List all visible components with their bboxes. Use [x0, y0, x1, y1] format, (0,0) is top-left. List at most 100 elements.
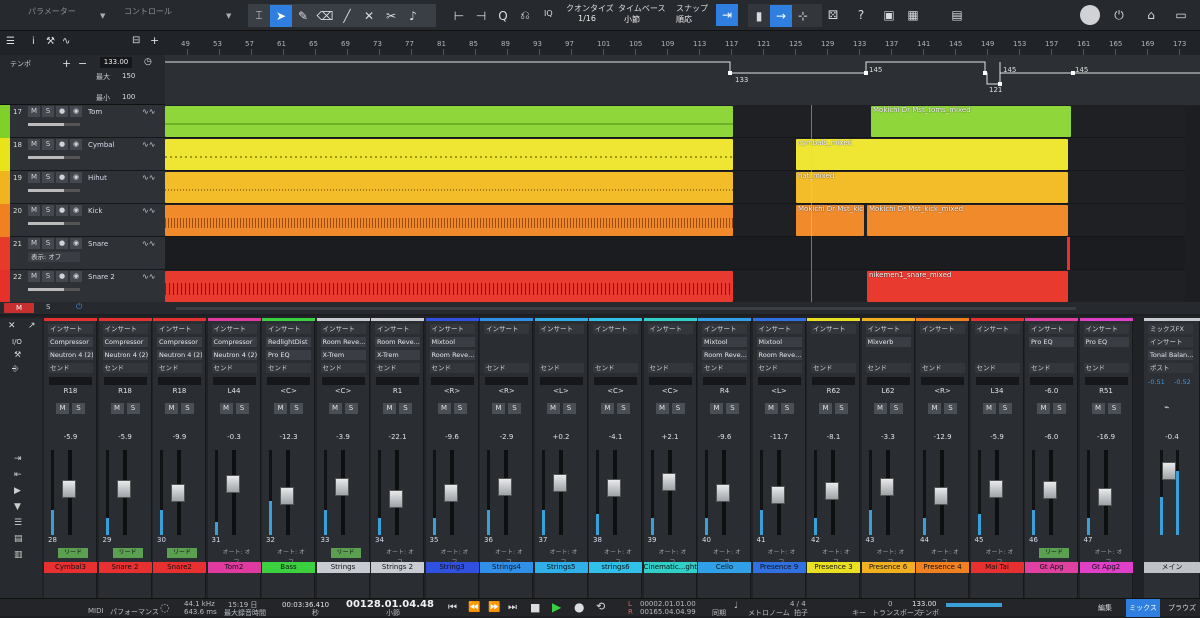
insert-header[interactable]: インサート	[484, 324, 529, 334]
paint-tool-icon[interactable]: ╱	[336, 5, 358, 27]
track-header[interactable]: 21 M S ● ◉ Snare ∿∿ 表示: オフ	[0, 237, 165, 270]
mute-button[interactable]: M	[437, 403, 451, 414]
channel-name[interactable]: Bass	[262, 562, 315, 573]
volume-db[interactable]: -9.9	[153, 433, 206, 441]
help-icon[interactable]: ?	[850, 4, 872, 26]
send-header[interactable]: センド	[974, 363, 1020, 373]
follow-icon[interactable]: →	[770, 4, 792, 27]
channel-name[interactable]: Snare2	[153, 562, 206, 573]
main-mono-icon[interactable]: ⌁	[1164, 403, 1169, 413]
channel-name[interactable]: Presence 4	[916, 562, 969, 573]
tempo-value-field[interactable]: 133.00	[100, 57, 132, 68]
track-header[interactable]: 19 M S ● ◉ Hihut ∿∿	[0, 171, 165, 204]
insert-header[interactable]: インサート	[593, 324, 638, 334]
rows-icon[interactable]: ☰	[14, 518, 22, 528]
volume-fader[interactable]	[280, 486, 294, 505]
insert-header[interactable]: インサート	[756, 324, 802, 334]
link-icon[interactable]: ⊹	[792, 5, 814, 27]
solo-button[interactable]: S	[944, 403, 957, 414]
mute-button[interactable]: M	[819, 403, 832, 414]
clip[interactable]: Mokichi Dr Mst_kick_mixed	[867, 205, 1068, 236]
volume-db[interactable]: -3.9	[317, 433, 370, 441]
arrow-down-icon[interactable]: ▼	[14, 502, 21, 512]
record-icon[interactable]: ●	[574, 600, 584, 614]
monitor-button[interactable]: ◉	[70, 205, 82, 216]
insert-slot[interactable]: Pro EQ	[1029, 337, 1074, 347]
insert-header[interactable]: インサート	[1083, 324, 1129, 334]
send-header[interactable]: センド	[429, 363, 475, 373]
pan-slider[interactable]	[539, 377, 583, 385]
volume-db[interactable]: -2.9	[480, 433, 533, 441]
mute-button[interactable]: M	[219, 403, 233, 414]
layer-dropdown[interactable]: 表示: オフ	[28, 252, 80, 262]
audio-bend-icon[interactable]: ⎌	[514, 5, 536, 27]
automation-button[interactable]: オート: オフ	[930, 548, 960, 566]
solo-button[interactable]: S	[72, 403, 85, 414]
automation-button[interactable]: リード	[167, 548, 197, 558]
mute-button[interactable]: M	[165, 403, 178, 414]
insert-slot[interactable]: Room Reve...	[320, 337, 366, 347]
automation-button[interactable]: リード	[330, 548, 361, 558]
channel-name[interactable]: Strings	[316, 562, 370, 573]
send-header[interactable]: センド	[702, 363, 747, 373]
track-header[interactable]: 20 M S ● ◉ Kick ∿∿	[0, 204, 165, 237]
volume-fader[interactable]	[334, 478, 349, 497]
volume-fader[interactable]	[770, 485, 785, 504]
waveform-icon[interactable]: ∿∿	[142, 206, 155, 215]
insert-slot[interactable]: Compressor	[211, 337, 257, 347]
return-zero-icon[interactable]: ⏮	[448, 602, 457, 613]
automation-button[interactable]: オート: オフ	[821, 548, 851, 566]
channel-name[interactable]: Strings5	[534, 562, 588, 573]
send-header[interactable]: センド	[211, 363, 257, 373]
solo-button[interactable]: S	[290, 403, 303, 414]
parameter-dropdown-icon[interactable]: ▼	[100, 12, 105, 20]
pan-slider[interactable]	[1084, 377, 1128, 385]
dice-icon[interactable]: ⚄	[822, 4, 844, 26]
fader-track[interactable]	[558, 450, 563, 535]
pan-value[interactable]: -6.0	[1025, 387, 1078, 395]
automation-button[interactable]: オート: オフ	[494, 548, 524, 566]
insert-header[interactable]: インサート	[48, 324, 93, 334]
control-dropdown-icon[interactable]: ▼	[226, 12, 231, 20]
pan-slider[interactable]	[866, 377, 910, 385]
input-icon[interactable]: ⎆	[12, 364, 18, 374]
automation-button[interactable]: オート: オフ	[385, 548, 415, 566]
record-arm-button[interactable]: ●	[56, 205, 68, 216]
track-name[interactable]: Tom	[88, 108, 102, 116]
mute-button[interactable]: M	[274, 403, 287, 414]
mute-button[interactable]: M	[28, 172, 40, 183]
insert-header[interactable]: インサート	[1029, 324, 1074, 334]
tempo-minus-button[interactable]: −	[78, 57, 87, 70]
sync-label[interactable]: 同期	[712, 608, 726, 618]
record-arm-button[interactable]: ●	[56, 271, 68, 282]
tempo-clock-icon[interactable]: ◷	[144, 57, 152, 67]
solo-button[interactable]: S	[508, 403, 521, 414]
arrow-tool-icon[interactable]: ➤	[270, 4, 292, 27]
loop-end[interactable]: 00165.04.04.99	[640, 608, 696, 616]
waveform-icon[interactable]: ∿∿	[142, 239, 155, 248]
snap-toggle-icon[interactable]: ⇥	[716, 4, 738, 26]
insert-slot[interactable]: Mixverb	[865, 337, 911, 347]
quantize-value[interactable]: 1/16	[578, 14, 596, 23]
clip[interactable]	[165, 205, 733, 236]
mute-button[interactable]: M	[28, 271, 40, 282]
fast-forward-icon[interactable]: ⏩	[488, 602, 500, 613]
monitor-icon[interactable]: ⏻	[76, 302, 82, 312]
narrow-icon[interactable]: ⇥	[14, 454, 22, 464]
send-header[interactable]: センド	[266, 363, 311, 373]
mixfx-label[interactable]: ミックスFX	[1148, 324, 1193, 334]
solo-button[interactable]: S	[617, 403, 630, 414]
volume-db[interactable]: -5.9	[99, 433, 152, 441]
track-volume-slider[interactable]	[28, 222, 80, 225]
mute-button[interactable]: M	[383, 403, 396, 414]
clip[interactable]	[165, 139, 733, 170]
play-icon[interactable]: ▶	[552, 600, 561, 614]
rewind-icon[interactable]: ⏪	[468, 602, 480, 613]
collapse-icon[interactable]: ⊟	[132, 35, 140, 46]
insert-slot[interactable]: RedlightDist	[266, 337, 311, 347]
mute-button[interactable]: M	[328, 403, 342, 414]
automation-button[interactable]: オート: オフ	[1094, 548, 1124, 566]
automation-button[interactable]: オート: オフ	[440, 548, 470, 566]
insert-slot[interactable]: Mixtool	[429, 337, 475, 347]
volume-fader[interactable]	[389, 490, 403, 509]
